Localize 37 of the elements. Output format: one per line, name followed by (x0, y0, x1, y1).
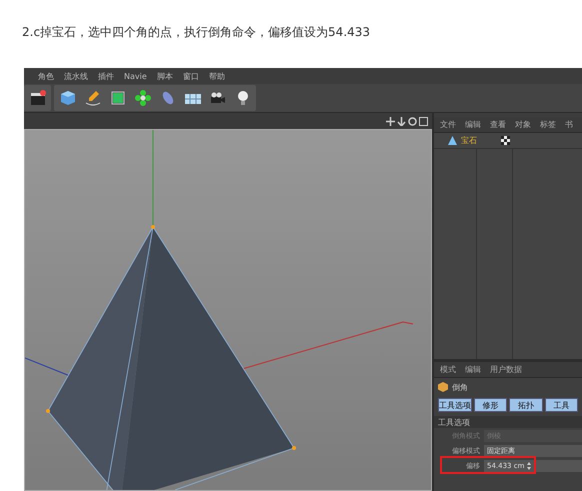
menu-item[interactable]: 编辑 (465, 364, 481, 375)
menu-item[interactable]: 对象 (515, 119, 531, 130)
clapperboard-icon[interactable] (28, 89, 46, 107)
rotate-icon[interactable] (408, 116, 417, 126)
pen-icon[interactable] (84, 89, 102, 107)
box-icon (438, 382, 448, 392)
menu-item[interactable]: 窗口 (182, 70, 199, 82)
menu-item[interactable]: 书 (565, 119, 573, 130)
arrow-down-icon[interactable] (397, 116, 406, 126)
pyramid-icon (448, 136, 457, 145)
object-name[interactable]: 宝石 (461, 135, 477, 146)
cube-icon[interactable] (58, 89, 76, 107)
menu-item[interactable]: 模式 (440, 364, 456, 375)
menu-item[interactable]: 编辑 (465, 119, 481, 130)
menu-item[interactable]: 插件 (98, 70, 114, 82)
menu-item[interactable]: 标签 (540, 119, 556, 130)
checker-icon (501, 136, 510, 145)
move-icon[interactable] (386, 116, 395, 126)
tab[interactable]: 修形 (474, 398, 508, 412)
tab[interactable]: 工具选项 (438, 398, 472, 412)
menu-item[interactable]: 查看 (490, 119, 506, 130)
menu-item[interactable]: 文件 (440, 119, 456, 130)
menu-item[interactable]: 帮助 (208, 70, 225, 82)
menu-item[interactable]: 角色 (38, 70, 54, 82)
window-icon[interactable] (419, 116, 428, 126)
menu-item[interactable]: 脚本 (156, 70, 173, 82)
tool-title: 倒角 (452, 382, 468, 392)
instruction-text: 2.c掉宝石，选中四个角的点，执行倒角命令，偏移值设为54.433 (21, 24, 372, 41)
framed-cube-icon[interactable] (108, 89, 126, 107)
menu-item[interactable]: Navie (124, 72, 147, 80)
menu-item[interactable]: 流水线 (64, 70, 88, 82)
section-header: 工具选项 (434, 416, 582, 428)
menu-item[interactable]: 用户数据 (490, 364, 522, 375)
tab[interactable]: 工具 (544, 398, 578, 412)
tab[interactable]: 拓扑 (509, 398, 543, 412)
flower-icon[interactable] (134, 89, 152, 107)
spinner-icon (527, 462, 532, 470)
